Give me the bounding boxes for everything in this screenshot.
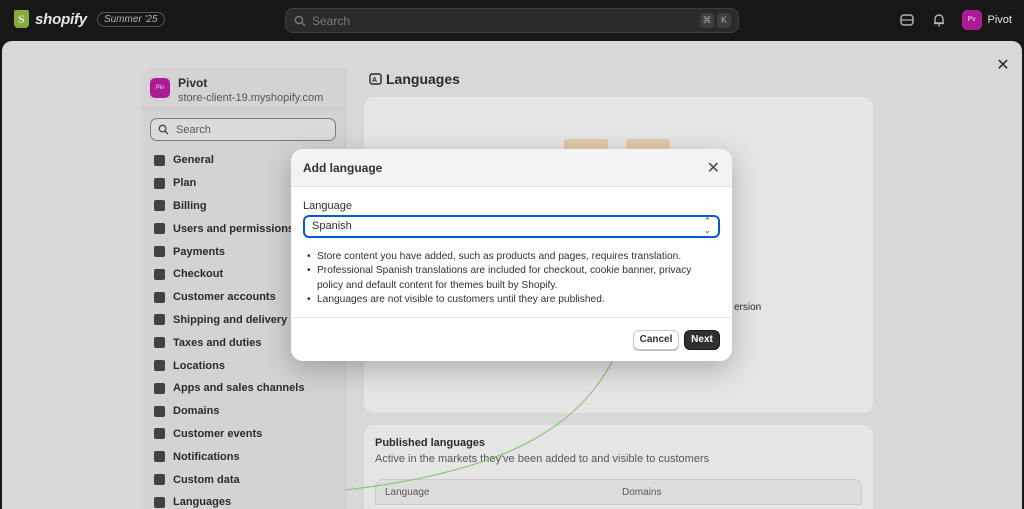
next-button[interactable]: Next xyxy=(684,330,720,350)
add-language-dialog: Add language ✕ Language Spanish ⌃⌄ Store… xyxy=(291,149,732,361)
select-chevron-icon: ⌃ ⌄ xyxy=(703,216,711,235)
dialog-header: Add language ✕ xyxy=(291,149,732,187)
language-label: Language xyxy=(303,200,352,212)
close-icon[interactable]: ✕ xyxy=(707,158,720,178)
list-item: Store content you have added, such as pr… xyxy=(305,250,720,265)
language-select[interactable]: Spanish ⌃ ⌄ xyxy=(303,215,720,238)
list-item: Professional Spanish translations are in… xyxy=(305,264,720,293)
cancel-button[interactable]: Cancel xyxy=(633,330,679,350)
list-item: Languages are not visible to customers u… xyxy=(305,293,720,308)
dialog-title: Add language xyxy=(303,161,383,175)
language-select-value: Spanish xyxy=(312,220,352,232)
dialog-footer: Cancel Next xyxy=(291,317,732,361)
info-list: Store content you have added, such as pr… xyxy=(305,250,720,308)
